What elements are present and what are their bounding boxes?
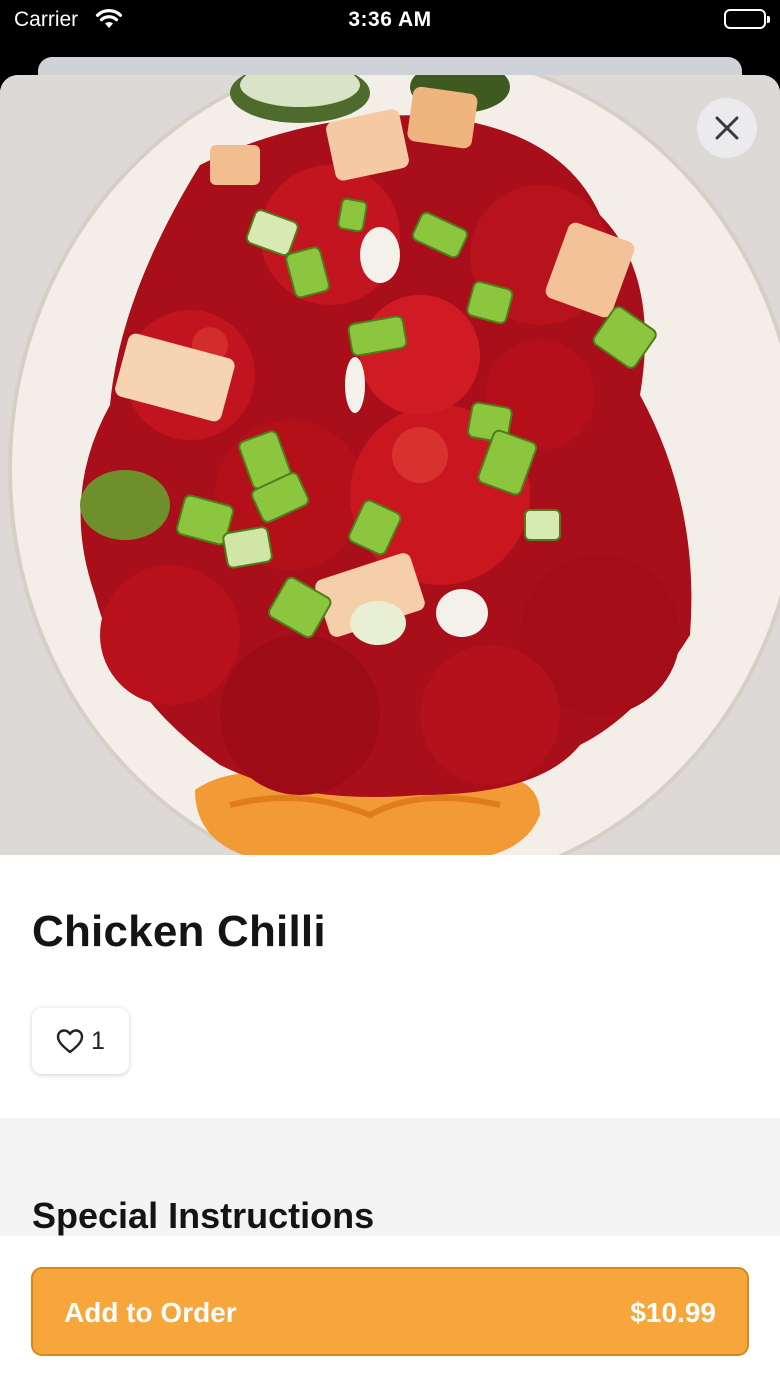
battery-icon	[724, 9, 770, 29]
close-button[interactable]	[697, 98, 757, 158]
food-photo	[0, 75, 780, 855]
clock: 3:36 AM	[348, 8, 432, 31]
heart-icon	[56, 1029, 84, 1054]
like-button[interactable]: 1	[32, 1008, 129, 1074]
order-price: $10.99	[630, 1297, 716, 1328]
special-instructions-heading: Special Instructions	[32, 1195, 375, 1236]
item-info: Chicken Chilli 1	[0, 855, 780, 1118]
like-count: 1	[91, 1026, 105, 1055]
add-to-order-button[interactable]: Add to Order $10.99	[31, 1267, 749, 1356]
status-bar: Carrier 3:36 AM	[0, 0, 780, 44]
close-icon	[715, 116, 739, 140]
item-title: Chicken Chilli	[32, 907, 326, 956]
add-to-order-label: Add to Order	[64, 1297, 237, 1328]
item-detail-sheet: Chicken Chilli 1 Special Instructions Ad…	[0, 75, 780, 1387]
order-footer: Add to Order $10.99	[0, 1236, 780, 1387]
